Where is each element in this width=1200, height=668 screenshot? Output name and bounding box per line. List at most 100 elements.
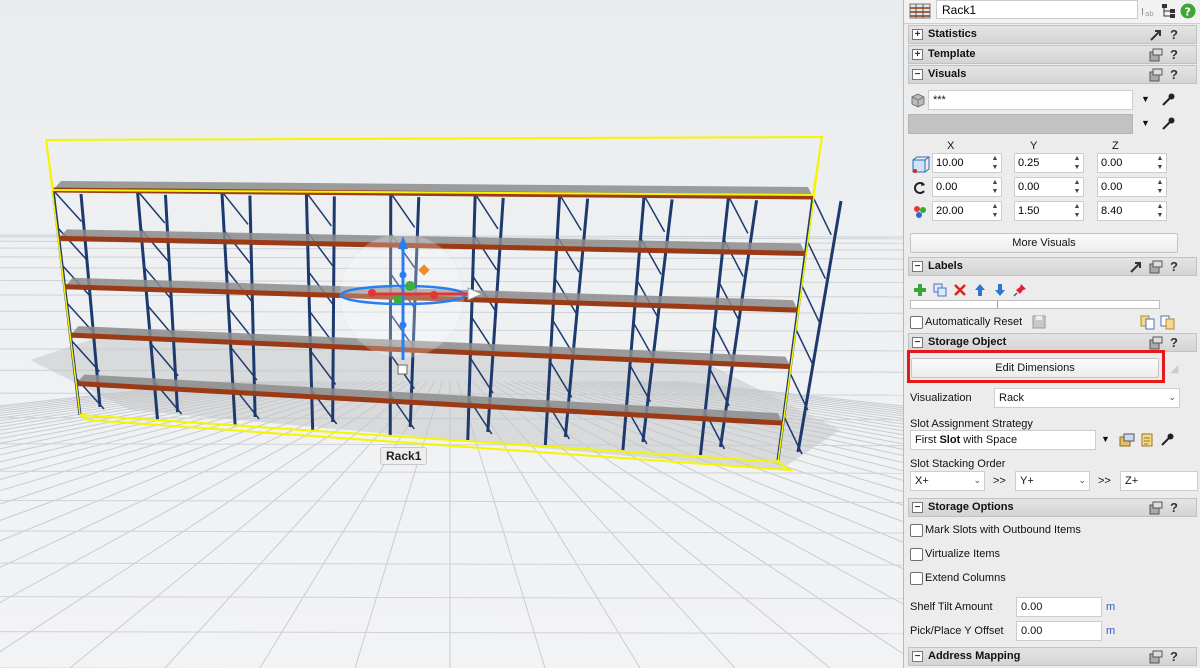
section-labels[interactable]: − Labels ? bbox=[908, 257, 1197, 276]
position-z-input[interactable]: ▲▼ bbox=[1097, 153, 1167, 173]
eyedropper-icon[interactable] bbox=[1160, 116, 1176, 132]
copy-icon[interactable] bbox=[1140, 314, 1156, 330]
stacking-order-1-select[interactable]: X+ ⌄ bbox=[910, 471, 985, 491]
move-down-icon[interactable] bbox=[992, 282, 1008, 298]
rack-brace bbox=[727, 195, 749, 234]
pin-icon[interactable] bbox=[1012, 282, 1028, 298]
automatically-reset-checkbox[interactable] bbox=[910, 316, 923, 329]
labels-list[interactable] bbox=[910, 300, 1160, 309]
rack-brace bbox=[794, 328, 815, 367]
visualization-select[interactable]: Rack ⌄ bbox=[994, 388, 1180, 408]
collapse-icon[interactable]: − bbox=[912, 337, 923, 348]
highlight-box bbox=[907, 350, 1165, 383]
collapse-icon[interactable]: − bbox=[912, 502, 923, 513]
virtualize-items-label: Virtualize Items bbox=[925, 548, 1000, 560]
size-icon bbox=[914, 206, 926, 218]
tree-view-icon[interactable] bbox=[1161, 3, 1177, 19]
properties-icon[interactable] bbox=[1149, 336, 1163, 350]
stacking-order-2-select[interactable]: Y+ ⌄ bbox=[1015, 471, 1090, 491]
center-handle bbox=[394, 296, 402, 304]
virtualize-items-checkbox[interactable] bbox=[910, 548, 923, 561]
chevron-down-icon: ⌄ bbox=[973, 475, 981, 485]
paste-icon[interactable] bbox=[1160, 314, 1176, 330]
size-x-input[interactable]: ▲▼ bbox=[932, 201, 1002, 221]
object-name-label: Rack1 bbox=[380, 447, 428, 465]
pick-place-unit: m bbox=[1106, 625, 1116, 637]
mark-slots-label: Mark Slots with Outbound Items bbox=[925, 524, 1081, 536]
collapse-icon[interactable]: − bbox=[912, 69, 923, 80]
section-address-mapping[interactable]: − Address Mapping ? bbox=[908, 647, 1197, 666]
eyedropper-icon[interactable] bbox=[1160, 92, 1176, 108]
floor-grid-line bbox=[0, 499, 903, 503]
floor-grid-line bbox=[0, 596, 903, 600]
section-visuals[interactable]: − Visuals ? bbox=[908, 65, 1197, 84]
template-icon[interactable] bbox=[1119, 432, 1135, 448]
mark-slots-checkbox[interactable] bbox=[910, 524, 923, 537]
properties-icon[interactable] bbox=[1149, 650, 1163, 664]
object-name-input[interactable] bbox=[936, 0, 1138, 19]
color-swatch[interactable] bbox=[908, 114, 1133, 134]
script-icon[interactable] bbox=[1139, 432, 1155, 448]
label-edit-icon[interactable]: Iab bbox=[1140, 3, 1156, 19]
properties-icon[interactable] bbox=[1149, 68, 1163, 82]
collapse-icon[interactable]: − bbox=[912, 651, 923, 662]
help-icon[interactable]: ? bbox=[1170, 335, 1178, 350]
position-y-input[interactable]: ▲▼ bbox=[1014, 153, 1084, 173]
rotation-z-input[interactable]: ▲▼ bbox=[1097, 177, 1167, 197]
rack-brace bbox=[474, 193, 499, 230]
scale-handle-x bbox=[368, 289, 376, 297]
delete-label-icon[interactable] bbox=[952, 282, 968, 298]
shape-field[interactable]: *** bbox=[928, 90, 1133, 110]
3d-viewport[interactable]: Rack1 bbox=[0, 0, 903, 668]
pin-arrow-icon[interactable] bbox=[1149, 28, 1163, 42]
stacking-order-3-select[interactable]: Z+ bbox=[1120, 471, 1198, 491]
rotation-x-input[interactable]: ▲▼ bbox=[932, 177, 1002, 197]
slot-assignment-dropdown-icon[interactable]: ▼ bbox=[1101, 434, 1110, 444]
more-visuals-button[interactable]: More Visuals bbox=[910, 233, 1178, 253]
eyedropper-icon[interactable] bbox=[1159, 432, 1175, 448]
save-icon[interactable] bbox=[1031, 314, 1047, 330]
help-icon[interactable]: ? bbox=[1170, 67, 1178, 82]
col-x-label: X bbox=[947, 140, 955, 152]
rotation-y-input[interactable]: ▲▼ bbox=[1014, 177, 1084, 197]
properties-icon[interactable] bbox=[1149, 48, 1163, 62]
size-z-input[interactable]: ▲▼ bbox=[1097, 201, 1167, 221]
move-up-icon[interactable] bbox=[972, 282, 988, 298]
section-template[interactable]: + Template ? bbox=[908, 45, 1197, 64]
pick-place-input[interactable]: 0.00 bbox=[1016, 621, 1102, 641]
expand-icon[interactable]: + bbox=[912, 29, 923, 40]
help-icon[interactable]: ? bbox=[1170, 649, 1178, 664]
collapse-icon[interactable]: − bbox=[912, 261, 923, 272]
duplicate-label-icon[interactable] bbox=[932, 282, 948, 298]
pin-arrow-icon[interactable] bbox=[1129, 260, 1143, 274]
size-y-input[interactable]: ▲▼ bbox=[1014, 201, 1084, 221]
stacking-separator: >> bbox=[993, 475, 1006, 487]
help-icon[interactable]: ? bbox=[1170, 27, 1178, 42]
expand-icon[interactable]: + bbox=[912, 49, 923, 60]
3d-scene[interactable] bbox=[0, 0, 903, 668]
help-icon[interactable]: ? bbox=[1170, 500, 1178, 515]
shape-dropdown-icon[interactable]: ▼ bbox=[1141, 94, 1150, 104]
section-storage-options[interactable]: − Storage Options ? bbox=[908, 498, 1197, 517]
help-icon[interactable]: ? bbox=[1180, 3, 1196, 19]
scale-handle-z bbox=[399, 271, 407, 279]
add-label-icon[interactable] bbox=[912, 282, 928, 298]
position-x-input[interactable]: ▲▼ bbox=[932, 153, 1002, 173]
shelf-tilt-input[interactable]: 0.00 bbox=[1016, 597, 1102, 617]
properties-icon[interactable] bbox=[1149, 260, 1163, 274]
scale-handle-z bbox=[399, 321, 407, 329]
color-dropdown-icon[interactable]: ▼ bbox=[1141, 118, 1150, 128]
rack-brace bbox=[390, 192, 416, 228]
rack-brace bbox=[812, 196, 832, 236]
section-statistics[interactable]: + Statistics ? bbox=[908, 25, 1197, 44]
rack-brace bbox=[559, 194, 582, 231]
slot-assignment-field[interactable]: First Slot with Space bbox=[910, 430, 1096, 450]
properties-icon[interactable] bbox=[1149, 501, 1163, 515]
chevron-down-icon: ⌄ bbox=[1078, 475, 1086, 485]
pick-place-label: Pick/Place Y Offset bbox=[910, 625, 1004, 637]
extend-columns-checkbox[interactable] bbox=[910, 572, 923, 585]
help-icon[interactable]: ? bbox=[1170, 47, 1178, 62]
rack-brace bbox=[800, 284, 821, 323]
floor-grid-line bbox=[0, 530, 903, 534]
help-icon[interactable]: ? bbox=[1170, 259, 1178, 274]
